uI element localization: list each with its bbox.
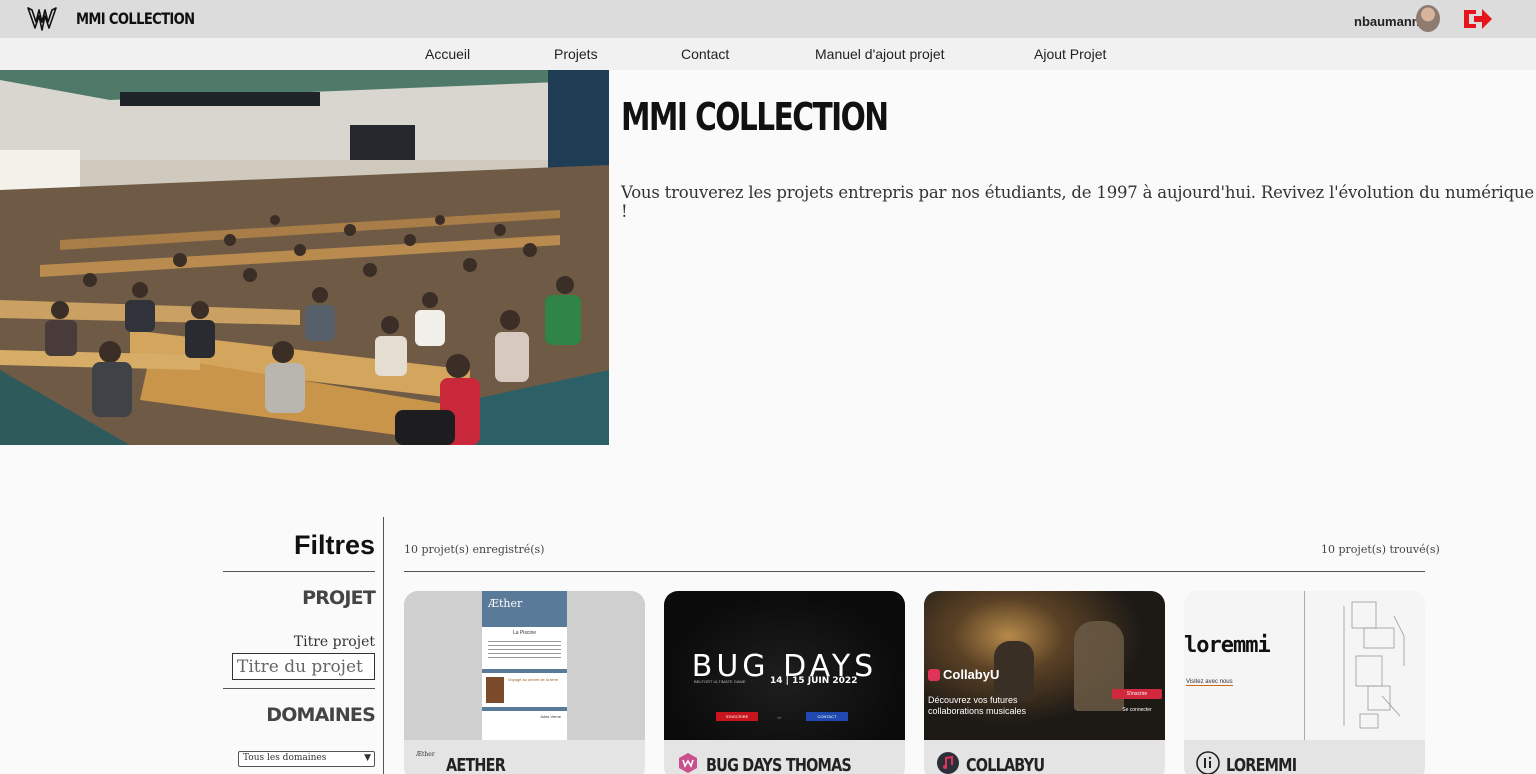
collabyu-logo-icon — [937, 752, 959, 774]
projects-registered-count: 10 projet(s) enregistré(s) — [404, 543, 545, 556]
card-footer: Æther AETHER — [404, 740, 645, 774]
username[interactable]: nbaumann — [1354, 14, 1420, 29]
filters-divider — [223, 688, 375, 689]
nav-accueil[interactable]: Accueil — [425, 46, 470, 62]
card-title: LOREMMI — [1226, 755, 1297, 774]
card-thumb-button: S'inscrire — [1112, 689, 1162, 699]
aether-logo-icon: Æther — [416, 751, 435, 758]
chevron-down-icon: ▼ — [364, 753, 371, 763]
hero-photo-lecture-hall — [0, 70, 609, 445]
loremmi-logo-icon — [1196, 751, 1220, 774]
sidebar-separator — [383, 517, 384, 774]
projects-found-count: 10 projet(s) trouvé(s) — [1321, 543, 1440, 556]
card-thumb-button: Se connecter — [1122, 707, 1152, 713]
project-card-loremmi[interactable]: loremmi Visitez avec nous LOREMMI — [1184, 591, 1425, 774]
chevron-down-icon: ⌄ — [775, 711, 784, 722]
card-thumb-text: Découvrez vos futures collaborations mus… — [928, 695, 1027, 716]
card-thumb-subtitle: BELFORT ULTIMATE GAME — [694, 679, 746, 684]
domaines-select[interactable]: Tous les domaines ▼ — [238, 751, 375, 767]
card-thumb-item: Voyage au centre de la terre — [508, 677, 559, 682]
card-footer: BUG DAYS THOMAS — [664, 740, 905, 774]
card-thumbnail: loremmi Visitez avec nous — [1184, 591, 1425, 740]
card-thumb-title: CollabyU — [943, 667, 1000, 682]
card-footer: LOREMMI — [1184, 740, 1425, 774]
project-card-aether[interactable]: Æther La Piscine Voyage au centre de la … — [404, 591, 645, 774]
main-nav: Accueil Projets Contact Manuel d'ajout p… — [0, 38, 1536, 70]
nav-manuel-ajout-projet[interactable]: Manuel d'ajout projet — [815, 46, 945, 62]
avatar[interactable] — [1416, 5, 1440, 32]
card-thumbnail: BUG DAYS BELFORT ULTIMATE GAME 14 | 15 J… — [664, 591, 905, 740]
filter-section-projet: PROJET — [302, 587, 376, 609]
nav-contact[interactable]: Contact — [681, 46, 729, 62]
card-thumb-title: Æther — [488, 597, 523, 610]
card-thumbnail: CollabyU Découvrez vos futures collabora… — [924, 591, 1165, 740]
floor-plan-graphic — [1343, 601, 1405, 729]
logout-icon[interactable] — [1462, 6, 1494, 32]
filter-section-domaines: DOMAINES — [266, 704, 376, 726]
domaines-select-value: Tous les domaines — [243, 753, 327, 763]
card-thumb-title: loremmi — [1184, 633, 1271, 658]
filters-divider — [223, 571, 375, 572]
results-divider — [404, 571, 1425, 572]
filters-title: Filtres — [293, 530, 375, 560]
card-thumb-button: CONTACT — [806, 712, 848, 721]
project-card-collabyu[interactable]: CollabyU Découvrez vos futures collabora… — [924, 591, 1165, 774]
card-footer: COLLABYU — [924, 740, 1165, 774]
card-thumb-date: 14 | 15 JUIN 2022 — [770, 676, 858, 686]
card-thumb-button: S'INSCRIRE — [716, 712, 758, 721]
hero-description: Vous trouverez les projets entrepris par… — [621, 183, 1534, 221]
nav-projets[interactable]: Projets — [554, 46, 598, 62]
card-thumbnail: Æther La Piscine Voyage au centre de la … — [404, 591, 645, 740]
project-card-bug-days-thomas[interactable]: BUG DAYS BELFORT ULTIMATE GAME 14 | 15 J… — [664, 591, 905, 774]
card-thumb-heading: La Piscine — [512, 630, 537, 636]
mmi-logo-icon[interactable] — [26, 4, 58, 34]
card-title: BUG DAYS THOMAS — [706, 755, 852, 774]
brand-name[interactable]: MMI COLLECTION — [76, 9, 195, 28]
top-bar: MMI COLLECTION nbaumann — [0, 0, 1536, 38]
titre-projet-input[interactable] — [232, 653, 375, 680]
card-title: COLLABYU — [966, 755, 1045, 774]
card-thumb-link: Visitez avec nous — [1186, 679, 1233, 686]
titre-projet-label: Titre projet — [293, 634, 375, 650]
card-title: AETHER — [446, 755, 506, 774]
bug-days-logo-icon — [679, 753, 697, 773]
card-thumb-item: Jules Verne — [540, 714, 561, 719]
nav-ajout-projet[interactable]: Ajout Projet — [1034, 46, 1106, 62]
hero-title: MMI COLLECTION — [621, 95, 889, 139]
